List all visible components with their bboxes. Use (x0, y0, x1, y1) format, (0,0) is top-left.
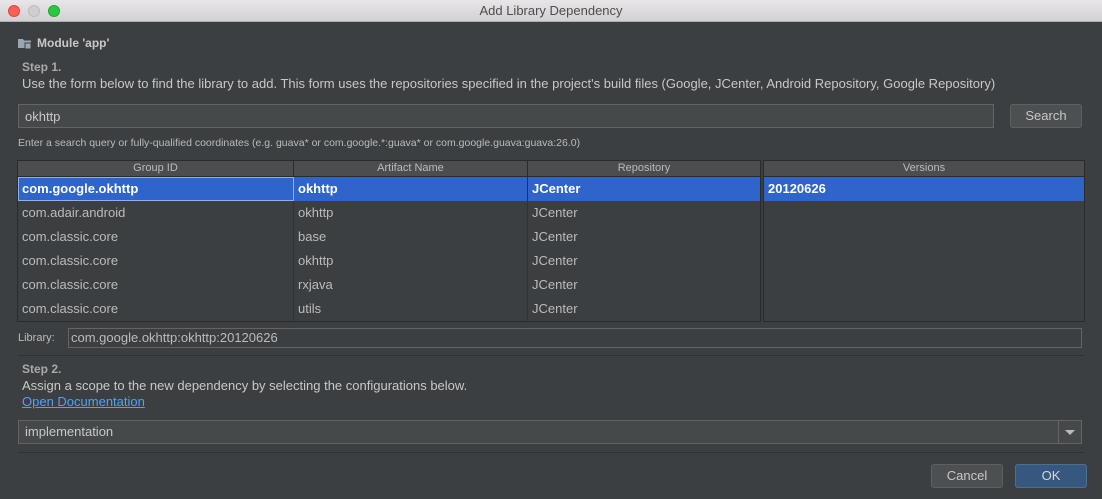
library-label: Library: (18, 332, 55, 344)
group-id-cell: com.google.okhttp (18, 177, 294, 201)
results-table: Group ID Artifact Name Repository com.go… (17, 160, 761, 322)
module-label: Module 'app' (37, 36, 110, 50)
group-id-cell: com.classic.core (18, 249, 294, 273)
artifact-name-cell: okhttp (294, 249, 528, 273)
table-row[interactable]: com.adair.android okhttp JCenter (18, 201, 760, 225)
column-header-artifact-name[interactable]: Artifact Name (294, 161, 528, 176)
scope-select[interactable]: implementation (18, 420, 1082, 444)
column-header-group-id[interactable]: Group ID (18, 161, 294, 176)
version-row[interactable]: 20120626 (764, 177, 1084, 201)
group-id-cell: com.classic.core (18, 297, 294, 321)
module-header: Module 'app' (18, 36, 109, 50)
search-input[interactable] (18, 104, 994, 128)
artifact-name-cell: base (294, 225, 528, 249)
table-row[interactable]: com.google.okhttp okhttp JCenter (18, 177, 760, 201)
version-cell: 20120626 (768, 181, 826, 196)
library-coordinates-field[interactable]: com.google.okhttp:okhttp:20120626 (68, 328, 1082, 348)
table-row[interactable]: com.classic.core base JCenter (18, 225, 760, 249)
group-id-cell: com.classic.core (18, 225, 294, 249)
table-row[interactable]: com.classic.core utils JCenter (18, 297, 760, 321)
search-hint: Enter a search query or fully-qualified … (18, 137, 581, 149)
repository-cell: JCenter (532, 301, 578, 316)
scope-dropdown-button[interactable] (1058, 421, 1081, 443)
column-header-repository[interactable]: Repository (528, 161, 760, 176)
artifact-name-cell: rxjava (294, 273, 528, 297)
repository-cell: JCenter (532, 205, 578, 220)
repository-cell: JCenter (532, 229, 578, 244)
group-id-cell: com.classic.core (18, 273, 294, 297)
repository-cell: JCenter (532, 253, 578, 268)
search-button[interactable]: Search (1010, 104, 1082, 128)
results-table-header: Group ID Artifact Name Repository (18, 161, 760, 177)
open-documentation-link[interactable]: Open Documentation (22, 394, 145, 409)
chevron-down-icon (1065, 430, 1075, 435)
step2-title: Step 2. (22, 362, 62, 376)
versions-table: Versions 20120626 (763, 160, 1085, 322)
step1-description: Use the form below to find the library t… (22, 76, 996, 91)
section-divider (18, 355, 1084, 356)
versions-table-header: Versions (764, 161, 1084, 177)
step1-title: Step 1. (22, 60, 62, 74)
group-id-cell: com.adair.android (18, 201, 294, 225)
table-row[interactable]: com.classic.core okhttp JCenter (18, 249, 760, 273)
cancel-button[interactable]: Cancel (931, 464, 1003, 488)
title-bar: Add Library Dependency (0, 0, 1102, 22)
table-row[interactable]: com.classic.core rxjava JCenter (18, 273, 760, 297)
step2-description: Assign a scope to the new dependency by … (22, 378, 468, 393)
artifact-name-cell: utils (294, 297, 528, 321)
artifact-name-cell: okhttp (294, 177, 528, 201)
repository-cell: JCenter (532, 181, 581, 196)
ok-button[interactable]: OK (1015, 464, 1087, 488)
scope-value: implementation (25, 424, 114, 439)
artifact-name-cell: okhttp (294, 201, 528, 225)
repository-cell: JCenter (532, 277, 578, 292)
footer-divider (18, 452, 1084, 453)
module-folder-icon (18, 38, 32, 49)
window-title: Add Library Dependency (479, 3, 623, 18)
column-header-versions[interactable]: Versions (764, 161, 1084, 176)
